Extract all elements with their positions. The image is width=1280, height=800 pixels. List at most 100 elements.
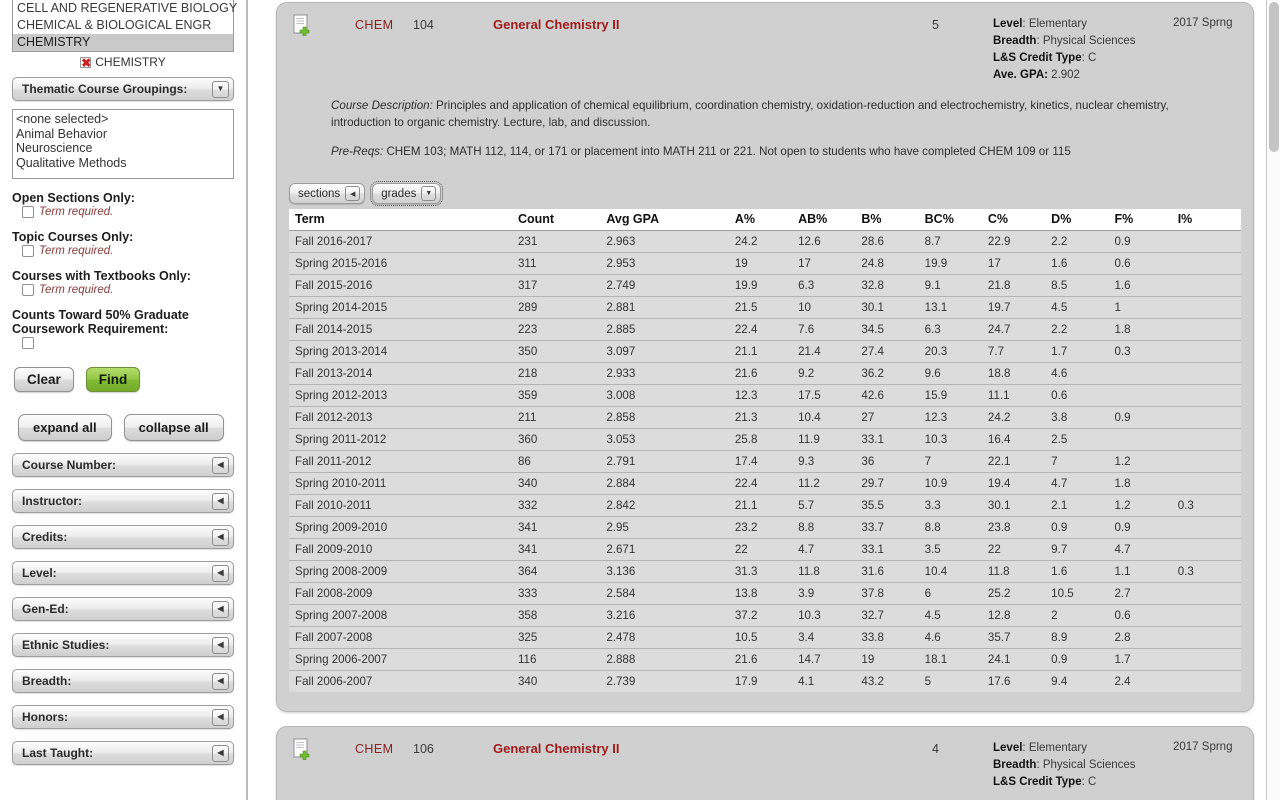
cell-bc: 3.3 <box>924 494 988 517</box>
column-header-bc[interactable]: BC% <box>924 209 988 231</box>
page-scrollbar[interactable] <box>1266 0 1280 800</box>
table-row[interactable]: Fall 2008-2009 333 2.584 13.8 3.9 37.8 6 25.2 10… <box>289 582 1241 605</box>
table-row[interactable]: Spring 2011-2012 360 3.053 25.8 11.9 33.1 10.3… <box>289 428 1241 451</box>
table-row[interactable]: Spring 2008-2009 364 3.136 31.3 11.8 31.6 10.4… <box>289 560 1241 583</box>
table-row[interactable]: Spring 2012-2013 359 3.008 12.3 17.5 42.6 15.9… <box>289 384 1241 407</box>
chevron-down-icon[interactable]: ▼ <box>421 186 437 201</box>
chevron-left-icon[interactable]: ◀ <box>345 186 361 201</box>
accordion-ethnic-studies[interactable]: Ethnic Studies: ◀ <box>12 633 234 657</box>
department-option[interactable]: CHEMICAL & BIOLOGICAL ENGR <box>13 17 233 34</box>
chevron-left-icon[interactable]: ◀ <box>212 564 229 582</box>
chevron-down-icon[interactable]: ▼ <box>212 80 229 98</box>
department-list[interactable]: CELL AND REGENERATIVE BIOLOGY CHEMICAL &… <box>12 0 237 52</box>
filter-open-sections: Open Sections Only: Term required. <box>12 191 246 218</box>
accordion-instructor[interactable]: Instructor: ◀ <box>12 489 234 513</box>
topic-courses-checkbox[interactable] <box>22 245 34 257</box>
table-row[interactable]: Spring 2009-2010 341 2.95 23.2 8.8 33.7 8.8 23.… <box>289 516 1241 539</box>
textbooks-checkbox[interactable] <box>22 284 34 296</box>
cell-c: 21.8 <box>987 274 1052 297</box>
course-header[interactable]: CHEM 106 General Chemistry II 4 Level: E… <box>277 727 1253 788</box>
cell-avggpa: 2.95 <box>606 516 735 539</box>
thematic-option[interactable]: Neuroscience <box>16 141 233 156</box>
cell-bc: 8.8 <box>924 516 988 539</box>
table-row[interactable]: Fall 2006-2007 340 2.739 17.9 4.1 43.2 5 17.6 9.… <box>289 670 1241 692</box>
chevron-left-icon[interactable]: ◀ <box>212 636 229 654</box>
table-row[interactable]: Fall 2007-2008 325 2.478 10.5 3.4 33.8 4.6 35.7… <box>289 626 1241 649</box>
course-header[interactable]: CHEM 104 General Chemistry II 5 Level: E… <box>277 3 1253 81</box>
chevron-left-icon[interactable]: ◀ <box>212 672 229 690</box>
cell-avggpa: 2.885 <box>606 318 735 341</box>
cell-a: 37.2 <box>734 604 799 627</box>
table-row[interactable]: Fall 2014-2015 223 2.885 22.4 7.6 34.5 6.3 24.7… <box>289 318 1241 341</box>
table-row[interactable]: Spring 2010-2011 340 2.884 22.4 11.2 29.7 10.9… <box>289 472 1241 495</box>
thematic-groupings-header[interactable]: Thematic Course Groupings: ▼ <box>12 77 234 101</box>
tab-grades[interactable]: grades ▼ <box>370 181 444 206</box>
table-row[interactable]: Fall 2013-2014 218 2.933 21.6 9.2 36.2 9.6 18.8… <box>289 362 1241 385</box>
accordion-honors[interactable]: Honors: ◀ <box>12 705 234 729</box>
accordion-gen-ed[interactable]: Gen-Ed: ◀ <box>12 597 234 621</box>
column-header-ab[interactable]: AB% <box>798 209 862 231</box>
clear-button[interactable]: Clear <box>14 367 74 392</box>
column-header-c[interactable]: C% <box>987 209 1052 231</box>
table-row[interactable]: Spring 2015-2016 311 2.953 19 17 24.8 19.9 17 1.… <box>289 252 1241 275</box>
department-option[interactable]: CELL AND REGENERATIVE BIOLOGY <box>13 0 237 17</box>
open-sections-checkbox[interactable] <box>22 206 34 218</box>
cell-term: Spring 2007-2008 <box>289 604 518 627</box>
table-row[interactable]: Fall 2010-2011 332 2.842 21.1 5.7 35.5 3.3 30.1… <box>289 494 1241 517</box>
accordion-level[interactable]: Level: ◀ <box>12 561 234 585</box>
table-row[interactable]: Fall 2012-2013 211 2.858 21.3 10.4 27 12.3 24.2… <box>289 406 1241 429</box>
column-header-term[interactable]: Term <box>289 209 518 231</box>
accordion-credits[interactable]: Credits: ◀ <box>12 525 234 549</box>
chevron-left-icon[interactable]: ◀ <box>212 528 229 546</box>
thematic-option[interactable]: <none selected> <box>16 112 233 127</box>
cell-c: 24.7 <box>987 318 1052 341</box>
course-credits: 5 <box>932 18 939 32</box>
chevron-left-icon[interactable]: ◀ <box>212 456 229 474</box>
cell-c: 19.4 <box>987 472 1052 495</box>
chevron-left-icon[interactable]: ◀ <box>212 492 229 510</box>
accordion-label: Level: <box>22 566 57 580</box>
chevron-left-icon[interactable]: ◀ <box>212 600 229 618</box>
accordion-course-number[interactable]: Course Number: ◀ <box>12 453 234 477</box>
column-header-b[interactable]: B% <box>861 209 925 231</box>
document-add-icon[interactable] <box>293 14 312 36</box>
column-header-count[interactable]: Count <box>517 209 607 231</box>
course-title[interactable]: General Chemistry II <box>493 17 619 32</box>
breadth-label: Breadth <box>993 759 1037 771</box>
table-row[interactable]: Fall 2011-2012 86 2.791 17.4 9.3 36 7 22.1 7 1.2 <box>289 450 1241 473</box>
tab-sections[interactable]: sections ◀ <box>289 183 366 204</box>
chevron-left-icon[interactable]: ◀ <box>212 708 229 726</box>
cell-f: 0.6 <box>1114 252 1178 275</box>
accordion-breadth[interactable]: Breadth: ◀ <box>12 669 234 693</box>
expand-all-button[interactable]: expand all <box>18 414 112 441</box>
document-add-icon[interactable] <box>293 738 312 760</box>
x-remove-icon[interactable]: ✖ <box>80 57 91 69</box>
column-header-avggpa[interactable]: Avg GPA <box>606 209 735 231</box>
course-title[interactable]: General Chemistry II <box>493 741 619 756</box>
table-row[interactable]: Spring 2007-2008 358 3.216 37.2 10.3 32.7 4.5 1… <box>289 604 1241 627</box>
collapse-all-button[interactable]: collapse all <box>123 414 224 441</box>
table-row[interactable]: Spring 2013-2014 350 3.097 21.1 21.4 27.4 20.3… <box>289 340 1241 363</box>
cell-avggpa: 2.953 <box>606 252 735 275</box>
thematic-option[interactable]: Animal Behavior <box>16 127 233 142</box>
cell-f: 1.2 <box>1114 450 1178 473</box>
column-header-i[interactable]: I% <box>1177 209 1241 231</box>
find-button[interactable]: Find <box>85 367 141 392</box>
thematic-option[interactable]: Qualitative Methods <box>16 156 233 171</box>
department-option-selected[interactable]: CHEMISTRY <box>13 34 233 51</box>
table-row[interactable]: Fall 2015-2016 317 2.749 19.9 6.3 32.8 9.1 21.8… <box>289 274 1241 297</box>
table-row[interactable]: Fall 2009-2010 341 2.671 22 4.7 33.1 3.5 22 9.7 4… <box>289 538 1241 561</box>
accordion-last-taught[interactable]: Last Taught: ◀ <box>12 741 234 765</box>
table-row[interactable]: Spring 2014-2015 289 2.881 21.5 10 30.1 13.1 19… <box>289 296 1241 319</box>
column-header-f[interactable]: F% <box>1114 209 1178 231</box>
course-card: CHEM 104 General Chemistry II 5 Level: E… <box>276 2 1254 712</box>
table-row[interactable]: Spring 2006-2007 116 2.888 21.6 14.7 19 18.1 24… <box>289 648 1241 671</box>
course-prereqs: Pre-Reqs: CHEM 103; MATH 112, 114, or 17… <box>331 143 1231 160</box>
column-header-a[interactable]: A% <box>734 209 799 231</box>
chevron-left-icon[interactable]: ◀ <box>212 744 229 762</box>
grad-coursework-checkbox[interactable] <box>22 337 34 349</box>
table-row[interactable]: Fall 2016-2017 231 2.963 24.2 12.6 28.6 8.7 22.… <box>289 230 1241 253</box>
column-header-d[interactable]: D% <box>1051 209 1115 231</box>
thematic-groupings-list[interactable]: <none selected> Animal Behavior Neurosci… <box>12 109 234 179</box>
scrollbar-thumb[interactable] <box>1269 2 1279 152</box>
